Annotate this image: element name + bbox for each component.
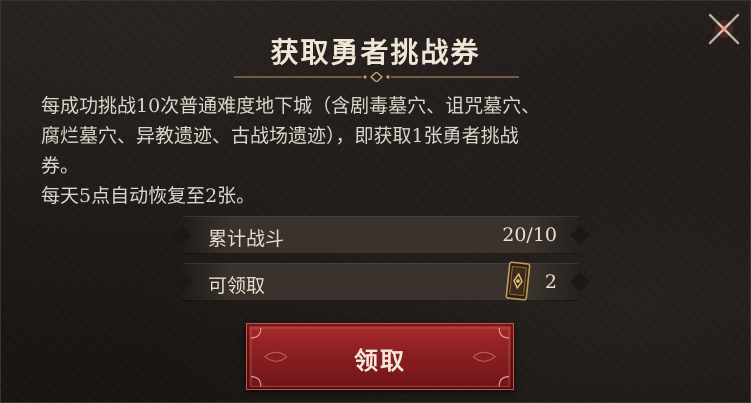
claimable-label: 可领取 bbox=[208, 275, 266, 297]
description-text: 每成功挑战10次普通难度地下城（含剧毒墓穴、诅咒墓穴、 腐烂墓穴、异教遗迹、古战… bbox=[41, 91, 721, 211]
title-divider bbox=[234, 72, 519, 82]
description-line: 券。 bbox=[41, 155, 80, 177]
cumulative-battles-value: 20/10 bbox=[502, 224, 557, 246]
description-line: 每天5点自动恢复至2张。 bbox=[41, 185, 256, 207]
cumulative-battles-label: 累计战斗 bbox=[208, 228, 285, 250]
challenge-ticket-icon bbox=[505, 261, 531, 301]
description-line: 腐烂墓穴、异教遗迹、古战场遗迹），即获取1张勇者挑战 bbox=[41, 125, 519, 147]
claim-button-label: 领取 bbox=[354, 346, 406, 375]
claimable-value: 2 bbox=[544, 271, 557, 293]
cumulative-battles-row: 累计战斗 20/10 bbox=[183, 216, 579, 254]
challenge-ticket-dialog: 获取勇者挑战券 每成功挑战10次普通难度地下城（含剧毒墓穴、诅咒墓穴、 腐烂墓穴… bbox=[0, 0, 751, 403]
claimable-row: 可领取 2 bbox=[183, 261, 579, 301]
claim-button[interactable]: 领取 bbox=[246, 323, 514, 390]
dialog-title: 获取勇者挑战券 bbox=[270, 36, 481, 69]
description-line: 每成功挑战10次普通难度地下城（含剧毒墓穴、诅咒墓穴、 bbox=[41, 95, 541, 117]
